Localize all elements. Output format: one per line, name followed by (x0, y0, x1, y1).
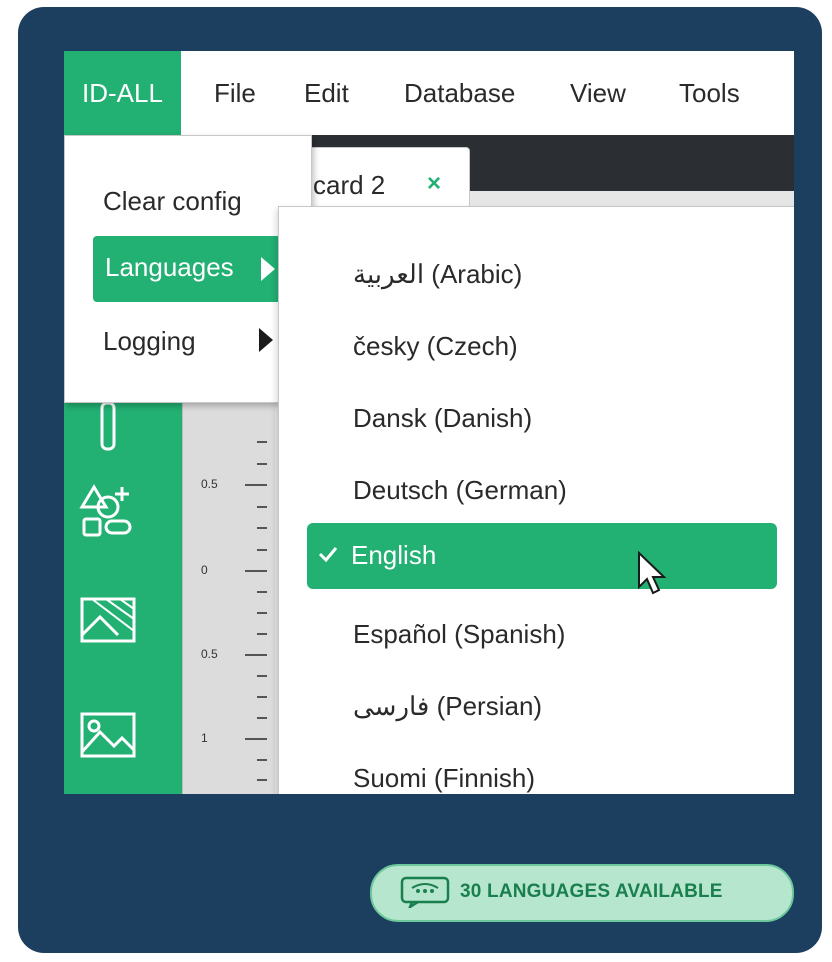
badge-text: 30 LANGUAGES AVAILABLE (460, 881, 723, 902)
menu-edit[interactable]: Edit (304, 51, 349, 135)
ruler-tick (257, 463, 267, 465)
ruler-tick (257, 759, 267, 761)
app-screenshot: ID-ALL File Edit Database View Tools car… (64, 51, 794, 794)
menu-tools[interactable]: Tools (679, 51, 740, 135)
menu-item-label: Languages (105, 252, 234, 282)
id-all-menu: Clear config Languages Logging (64, 135, 312, 403)
menu-database[interactable]: Database (404, 51, 515, 135)
languages-submenu: العربية (Arabic) česky (Czech) Dansk (Da… (278, 206, 794, 794)
menu-file[interactable]: File (214, 51, 256, 135)
vertical-ruler: 0.5 0 0.5 1 (182, 351, 275, 794)
ruler-label: 0.5 (201, 477, 218, 491)
ruler-tick (257, 696, 267, 698)
menu-id-all[interactable]: ID-ALL (64, 51, 181, 135)
close-icon[interactable]: × (427, 170, 441, 198)
menu-item-logging[interactable]: Logging (103, 326, 196, 357)
chat-bubble-icon (400, 876, 450, 908)
language-label: English (351, 540, 437, 570)
tab-label: card 2 (313, 170, 386, 200)
shapes-icon[interactable] (78, 481, 138, 541)
chevron-right-icon (261, 257, 275, 281)
language-danish[interactable]: Dansk (Danish) (353, 403, 532, 434)
text-cursor-icon[interactable] (94, 399, 124, 457)
language-czech[interactable]: česky (Czech) (353, 331, 518, 362)
ruler-tick (257, 779, 267, 781)
menu-view[interactable]: View (570, 51, 626, 135)
ruler-tick (257, 717, 267, 719)
chevron-right-icon (259, 328, 273, 352)
ruler-tick (245, 654, 267, 656)
ruler-label: 0.5 (201, 647, 218, 661)
background-image-icon[interactable] (78, 591, 138, 651)
check-icon (318, 547, 338, 563)
tool-sidebar (64, 351, 182, 794)
ruler-tick (245, 484, 267, 486)
ruler-tick (245, 570, 267, 572)
menu-item-languages[interactable]: Languages (93, 236, 281, 302)
ruler-tick (257, 549, 267, 551)
ruler-tick (257, 675, 267, 677)
language-english[interactable]: English (307, 523, 777, 595)
ruler-tick (257, 612, 267, 614)
ruler-label: 0 (201, 563, 208, 577)
language-persian[interactable]: فارسی (Persian) (353, 691, 542, 722)
ruler-label: 1 (201, 731, 208, 745)
image-icon[interactable] (78, 706, 138, 766)
ruler-tick (257, 506, 267, 508)
language-arabic[interactable]: العربية (Arabic) (353, 259, 522, 290)
ruler-tick (257, 591, 267, 593)
mouse-pointer-icon (638, 551, 667, 595)
language-german[interactable]: Deutsch (German) (353, 475, 567, 506)
menu-item-clear-config[interactable]: Clear config (103, 186, 242, 217)
ruler-tick (257, 633, 267, 635)
ruler-tick (245, 738, 267, 740)
menubar: ID-ALL File Edit Database View Tools (64, 51, 794, 135)
language-finnish[interactable]: Suomi (Finnish) (353, 763, 535, 794)
ruler-tick (257, 441, 267, 443)
ruler-tick (257, 527, 267, 529)
languages-available-badge: 30 LANGUAGES AVAILABLE (370, 864, 794, 922)
language-spanish[interactable]: Español (Spanish) (353, 619, 565, 650)
